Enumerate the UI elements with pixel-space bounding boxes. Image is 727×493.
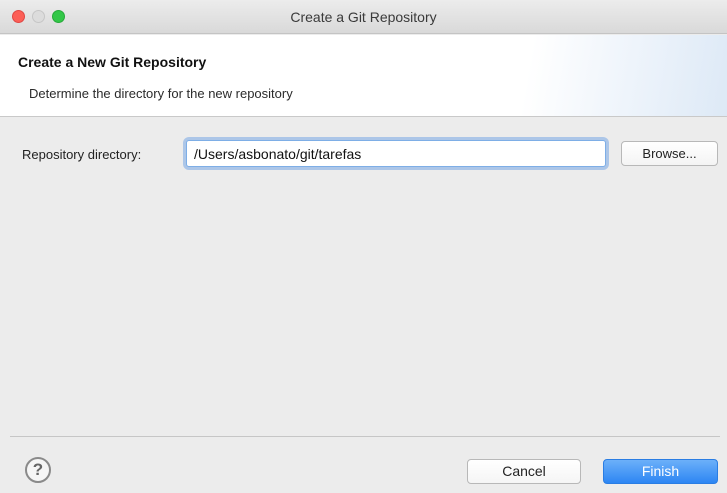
wizard-header: Create a New Git Repository Determine th…: [0, 35, 727, 117]
page-title: Create a New Git Repository: [18, 54, 207, 70]
browse-button[interactable]: Browse...: [621, 141, 718, 166]
cancel-button[interactable]: Cancel: [467, 459, 581, 484]
repository-directory-input[interactable]: [186, 140, 606, 167]
form-area: Repository directory: Browse...: [10, 118, 720, 436]
dialog-window: Create a Git Repository Create a New Git…: [0, 0, 727, 493]
help-icon[interactable]: ?: [25, 457, 51, 483]
repository-directory-label: Repository directory:: [22, 147, 142, 162]
finish-button[interactable]: Finish: [603, 459, 718, 484]
footer-divider: [10, 436, 720, 437]
title-bar: Create a Git Repository: [0, 0, 727, 34]
page-description: Determine the directory for the new repo…: [29, 86, 293, 101]
window-title: Create a Git Repository: [290, 9, 437, 25]
